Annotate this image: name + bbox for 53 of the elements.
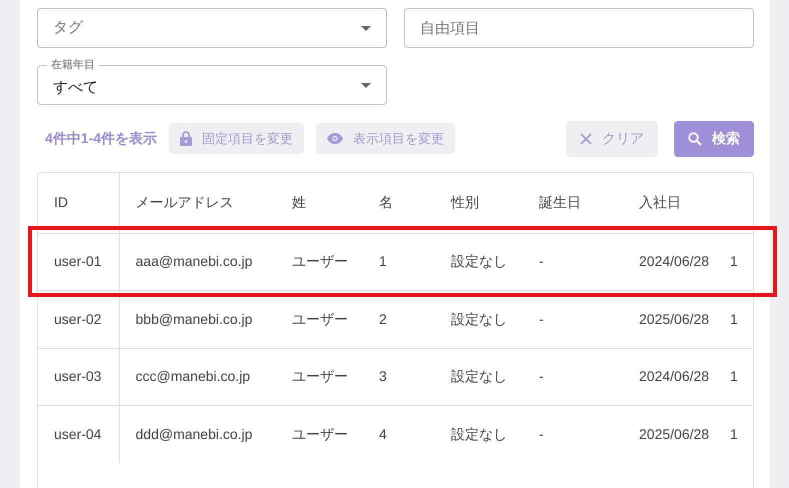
table-cell: 1	[379, 253, 387, 270]
table-cell: -	[539, 253, 544, 270]
table-cell: 3	[379, 368, 387, 384]
search-icon	[688, 132, 702, 146]
table-cell: 2024/06/28	[639, 368, 710, 384]
table-cell: 2025/06/28	[639, 310, 710, 327]
table-cell: 1	[730, 253, 738, 270]
table-cell: 設定なし	[451, 368, 507, 384]
select-field[interactable]: タグ	[37, 8, 387, 48]
table-cell: -	[539, 426, 544, 442]
toolbar-button[interactable]: 表示項目を変更	[316, 123, 456, 154]
table-cell: 2024/06/28	[639, 253, 710, 270]
table-cell: 設定なし	[451, 426, 507, 442]
table-cell: ユーザー	[292, 253, 348, 270]
column-header: 姓	[292, 194, 306, 210]
table-cell: ccc@manebi.co.jp	[136, 368, 250, 384]
column-header: 誕生日	[539, 194, 581, 210]
table-cell: 1	[730, 426, 738, 442]
table-cell: ユーザー	[292, 368, 348, 384]
toolbar-button[interactable]: 固定項目を変更	[169, 123, 304, 154]
table-cell: -	[539, 310, 544, 327]
input-field[interactable]: 自由項目	[404, 8, 754, 48]
column-header: 性別	[451, 194, 479, 210]
table-cell: user-03	[54, 368, 102, 384]
table-cell: aaa@manebi.co.jp	[136, 253, 252, 270]
table-cell: user-02	[54, 310, 102, 327]
close-icon	[580, 132, 592, 144]
dropdown-caret-icon	[361, 82, 371, 88]
table-cell: ユーザー	[292, 310, 348, 327]
column-header: 入社日	[639, 194, 681, 210]
column-header: メールアドレス	[136, 194, 234, 210]
search-button[interactable]: 検索	[674, 120, 754, 156]
column-header: ID	[54, 194, 68, 210]
table-cell: 1	[730, 368, 738, 384]
table-cell: bbb@manebi.co.jp	[136, 310, 252, 327]
column-header: 名	[379, 194, 393, 210]
result-count: 4件中1-4件を表示	[45, 129, 158, 148]
table-cell: 設定なし	[451, 310, 507, 327]
table-cell: user-01	[54, 253, 102, 270]
table-cell: 1	[730, 310, 738, 327]
clear-button[interactable]: クリア	[566, 120, 658, 156]
table-cell: 設定なし	[451, 253, 507, 270]
table-cell: ユーザー	[292, 426, 348, 442]
table-cell: 2	[379, 310, 387, 327]
table-cell: 4	[379, 426, 387, 442]
lock-icon	[180, 131, 192, 146]
table-cell: -	[539, 368, 544, 384]
dropdown-caret-icon	[361, 26, 371, 30]
field-label: 在籍年目	[47, 58, 99, 72]
eye-icon	[327, 133, 344, 144]
table-cell: user-04	[54, 426, 102, 442]
table-cell: 2025/06/28	[639, 426, 710, 442]
table-cell: ddd@manebi.co.jp	[136, 426, 252, 442]
